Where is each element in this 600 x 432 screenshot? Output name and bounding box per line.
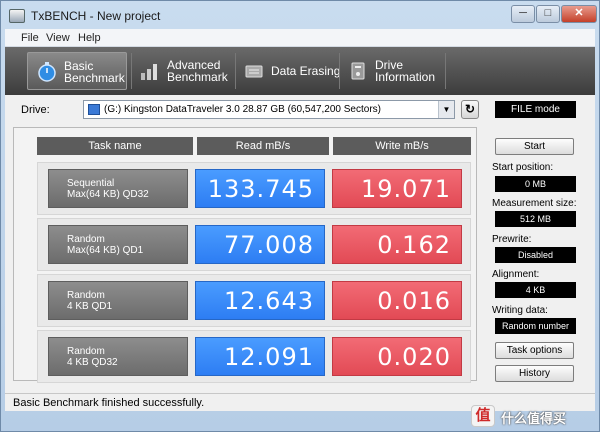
watermark-text: 什么值得买	[501, 411, 567, 426]
table-row: Random 4 KB QD1 12.643 0.016	[37, 274, 471, 327]
watermark: 值 什么值得买	[471, 405, 599, 427]
window-title: TxBENCH - New project	[31, 9, 161, 23]
read-value: 133.745	[195, 169, 325, 208]
read-value: 12.091	[195, 337, 325, 376]
write-value: 0.020	[332, 337, 462, 376]
refresh-button[interactable]: ↻	[461, 100, 479, 119]
status-text: Basic Benchmark finished successfully.	[13, 397, 205, 409]
eraser-icon	[245, 65, 263, 78]
task-name: Random	[67, 234, 105, 245]
task-options-button[interactable]: Task options	[495, 342, 574, 359]
menu-help[interactable]: Help	[78, 32, 101, 44]
app-window: TxBENCH - New project ─ □ ✕ File View He…	[0, 0, 600, 432]
writing-data-label: Writing data:	[492, 305, 548, 316]
start-position-label: Start position:	[492, 162, 554, 173]
toolbar-divider	[445, 53, 446, 89]
maximize-button[interactable]: □	[536, 5, 560, 23]
refresh-icon: ↻	[464, 102, 476, 116]
tab-basic-benchmark[interactable]: Basic Benchmark	[27, 52, 127, 90]
measurement-size-field[interactable]: 512 MB	[495, 211, 576, 227]
task-name: Random	[67, 290, 105, 301]
task-button-random-64kb-qd1[interactable]: Random Max(64 KB) QD1	[48, 225, 188, 264]
tab-drive-information[interactable]: Drive Information	[339, 52, 443, 90]
table-row: Sequential Max(64 KB) QD32 133.745 19.07…	[37, 162, 471, 215]
file-mode-indicator: FILE mode	[495, 101, 576, 118]
prewrite-field[interactable]: Disabled	[495, 247, 576, 263]
tool-label: Data Erasing	[271, 64, 341, 78]
stopwatch-icon	[38, 62, 56, 82]
write-value: 0.162	[332, 225, 462, 264]
menu-file[interactable]: File	[21, 32, 39, 44]
read-value: 77.008	[195, 225, 325, 264]
menu-bar: File View Help	[5, 29, 595, 47]
header-write: Write mB/s	[333, 137, 471, 155]
tool-label: Drive Information	[375, 58, 436, 84]
benchmark-panel: Task name Read mB/s Write mB/s Sequentia…	[13, 127, 477, 383]
task-button-sequential[interactable]: Sequential Max(64 KB) QD32	[48, 169, 188, 208]
minimize-button[interactable]: ─	[511, 5, 535, 23]
header-read: Read mB/s	[197, 137, 329, 155]
tab-advanced-benchmark[interactable]: Advanced Benchmark	[131, 52, 231, 90]
alignment-label: Alignment:	[492, 269, 540, 280]
tab-data-erasing[interactable]: Data Erasing	[235, 52, 340, 90]
task-button-random-4kb-qd1[interactable]: Random 4 KB QD1	[48, 281, 188, 320]
table-row: Random 4 KB QD32 12.091 0.020	[37, 330, 471, 383]
prewrite-label: Prewrite:	[492, 234, 532, 245]
drive-select-value: (G:) Kingston DataTraveler 3.0 28.87 GB …	[104, 104, 381, 115]
tool-label: Basic Benchmark	[64, 59, 125, 85]
toolbar: Basic Benchmark Advanced Benchmark Data	[5, 47, 595, 95]
watermark-badge: 值	[471, 405, 495, 427]
main-content: Basic Benchmark Advanced Benchmark Data	[5, 47, 595, 411]
bar-chart-icon	[141, 64, 157, 80]
table-row: Random Max(64 KB) QD1 77.008 0.162	[37, 218, 471, 271]
header-task-name: Task name	[37, 137, 193, 155]
write-value: 19.071	[332, 169, 462, 208]
title-bar[interactable]: TxBENCH - New project ─ □ ✕	[1, 1, 599, 31]
write-value: 0.016	[332, 281, 462, 320]
task-button-random-4kb-qd32[interactable]: Random 4 KB QD32	[48, 337, 188, 376]
read-value: 12.643	[195, 281, 325, 320]
task-detail: 4 KB QD1	[67, 301, 113, 312]
drive-label: Drive:	[21, 104, 50, 116]
task-name: Random	[67, 346, 105, 357]
tool-label: Advanced Benchmark	[167, 58, 228, 84]
drive-select[interactable]: (G:) Kingston DataTraveler 3.0 28.87 GB …	[83, 100, 455, 119]
task-detail: Max(64 KB) QD1	[67, 245, 144, 256]
start-button[interactable]: Start	[495, 138, 574, 155]
chevron-down-icon[interactable]: ▼	[438, 101, 454, 118]
task-detail: Max(64 KB) QD32	[67, 189, 149, 200]
task-name: Sequential	[67, 178, 115, 189]
writing-data-field[interactable]: Random number	[495, 318, 576, 334]
measurement-size-label: Measurement size:	[492, 198, 577, 209]
menu-view[interactable]: View	[46, 32, 70, 44]
start-position-field[interactable]: 0 MB	[495, 176, 576, 192]
task-detail: 4 KB QD32	[67, 357, 118, 368]
usb-drive-icon	[88, 104, 100, 115]
drive-info-icon	[351, 62, 365, 80]
app-icon	[9, 9, 25, 23]
close-button[interactable]: ✕	[561, 5, 597, 23]
history-button[interactable]: History	[495, 365, 574, 382]
alignment-field[interactable]: 4 KB	[495, 282, 576, 298]
